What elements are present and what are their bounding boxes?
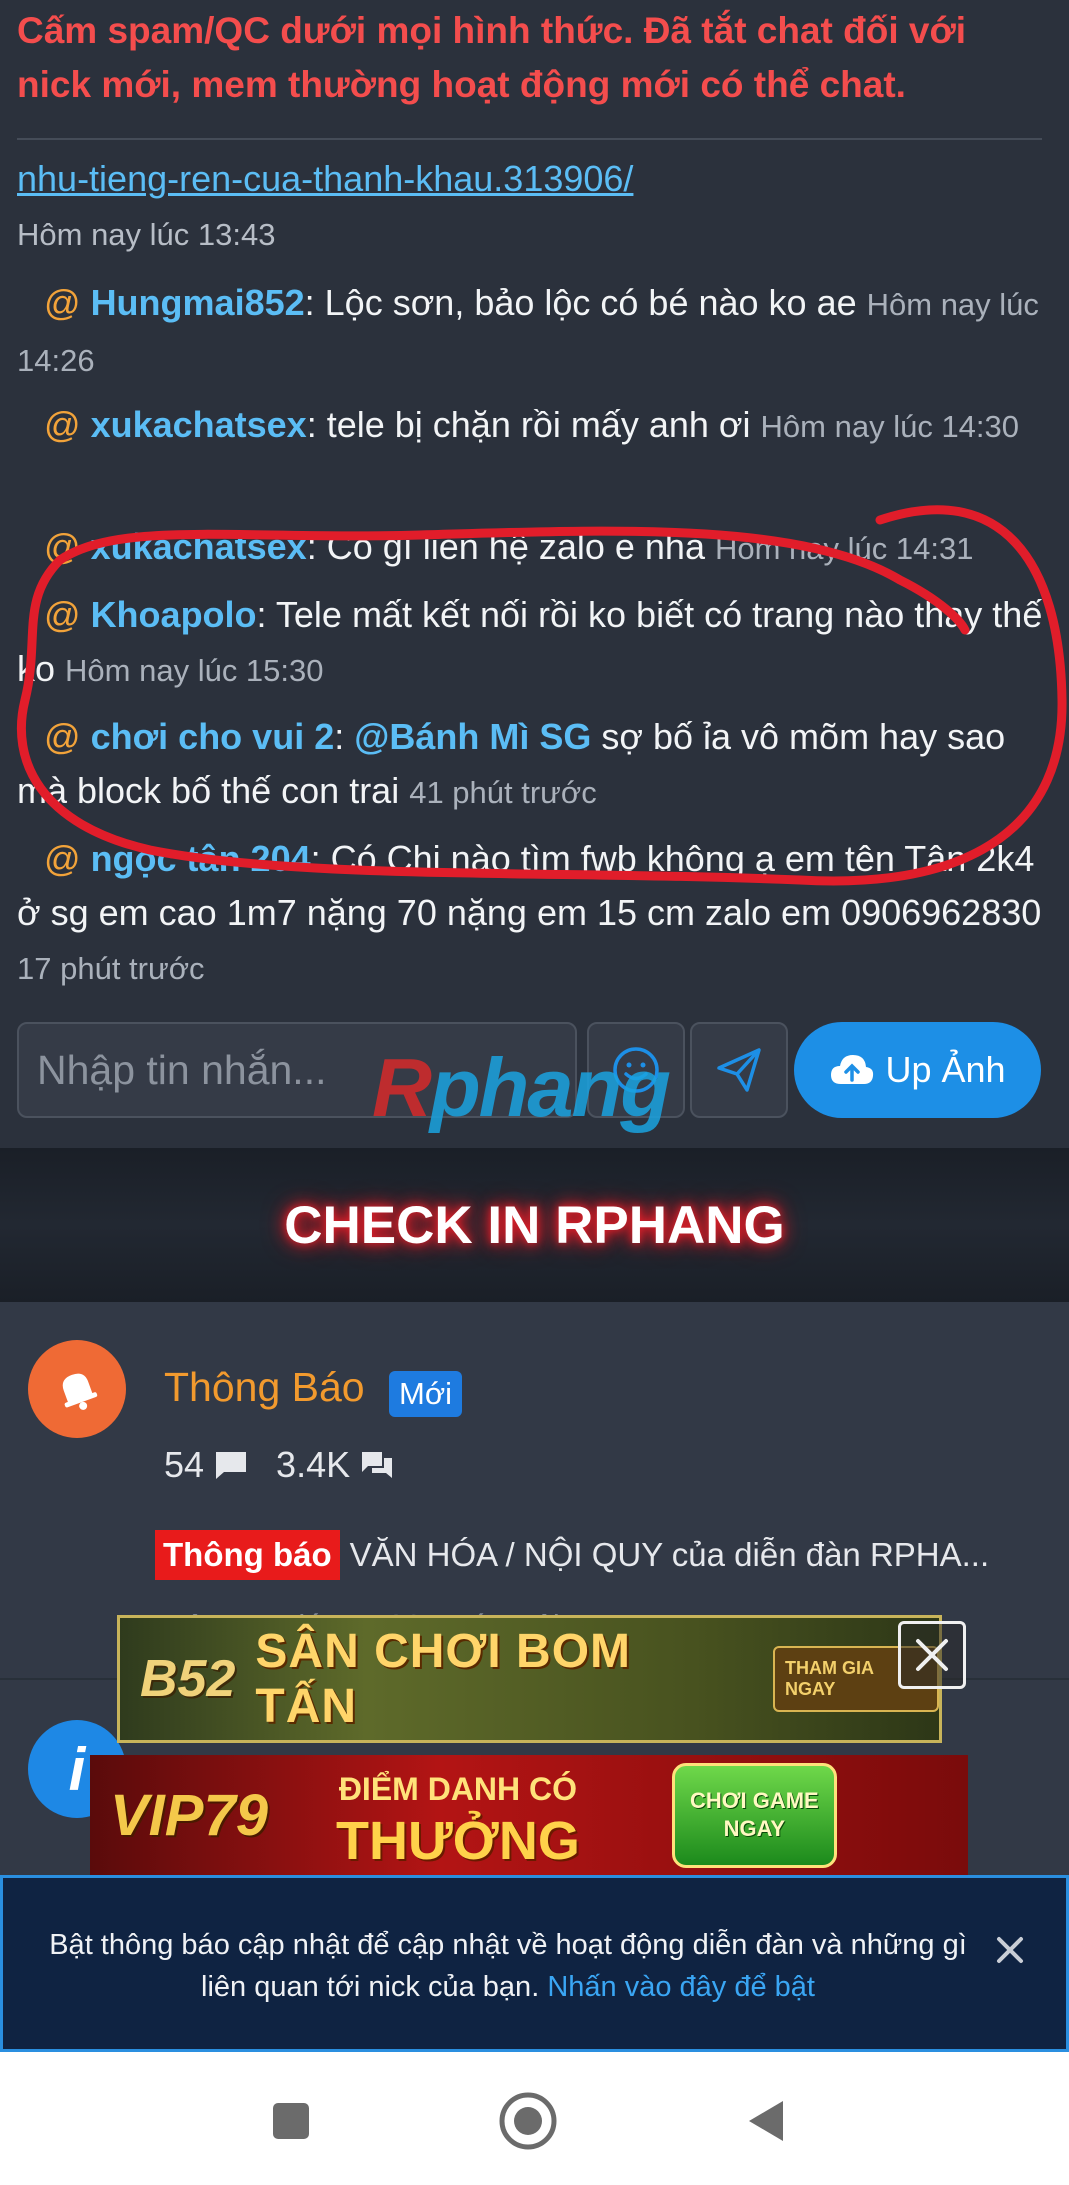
comments-icon [362, 1452, 393, 1478]
threads-count: 54 [164, 1444, 205, 1485]
chat-username[interactable]: xukachatsex [91, 526, 307, 567]
close-icon [997, 1937, 1023, 1963]
ad-logo: B52 [140, 1650, 236, 1708]
enable-notifications-link[interactable]: Nhấn vào đây để bật [547, 1971, 815, 2003]
send-button[interactable] [690, 1022, 788, 1118]
chat-username[interactable]: Khoapolo [91, 594, 257, 635]
ad-logo: VIP79 [110, 1782, 268, 1848]
chat-timestamp: Hôm nay lúc 15:30 [65, 653, 324, 688]
close-icon [916, 1639, 948, 1671]
upload-image-button[interactable]: Up Ảnh [794, 1022, 1041, 1118]
back-triangle-icon [749, 2101, 783, 2141]
chat-username[interactable]: Hungmai852 [91, 282, 305, 323]
ad-headline: ĐIỂM DANH CÓ THƯỞNG [336, 1771, 580, 1871]
new-badge: Mới [389, 1371, 463, 1417]
chat-text: : Lộc sơn, bảo lộc có bé nào ko ae [304, 282, 867, 323]
latest-thread-link[interactable]: Thông báo VĂN HÓA / NỘI QUY của diễn đàn… [155, 1530, 989, 1580]
chat-message: @ xukachatsex: Có gì liên hệ zalo e nha … [17, 520, 1052, 576]
home-circle-icon [499, 2092, 557, 2150]
forum-title-link[interactable]: Thông Báo [164, 1364, 365, 1411]
chat-message: @ chơi cho vui 2: @Bánh Mì SG sợ bố ỉa v… [17, 710, 1052, 820]
thread-prefix-tag: Thông báo [155, 1530, 340, 1580]
checkin-banner[interactable]: CHECK IN RPHANG [0, 1148, 1069, 1302]
recent-apps-button[interactable] [256, 2086, 326, 2156]
chat-message: @ xukachatsex: tele bị chặn rồi mấy anh … [17, 398, 1052, 454]
mention-at-icon[interactable]: @ [44, 282, 81, 323]
chat-text: : tele bị chặn rồi mấy anh ơi [306, 404, 761, 445]
chat-rules-notice: Cấm spam/QC dưới mọi hình thức. Đã tắt c… [17, 10, 967, 105]
chat-message: @ Khoapolo: Tele mất kết nối rồi ko biết… [17, 588, 1052, 698]
chat-text: : Có gì liên hệ zalo e nha [306, 526, 715, 567]
ad-banner-vip79[interactable]: VIP79 ĐIỂM DANH CÓ THƯỞNG CHƠI GAME NGAY [90, 1755, 968, 1875]
chat-message: @ Hungmai852: Lộc sơn, bảo lộc có bé nào… [17, 276, 1052, 388]
chat-username[interactable]: chơi cho vui 2 [91, 716, 335, 757]
rphang-watermark-logo: Rphang [372, 1041, 671, 1134]
thread-link[interactable]: nhu-tieng-ren-cua-thanh-khau.313906/ [17, 158, 633, 200]
notification-text: Bật thông báo cập nhật để cập nhật về ho… [49, 1929, 967, 2003]
chat-username[interactable]: xukachatsex [91, 404, 307, 445]
chat-timestamp: Hôm nay lúc 14:30 [760, 409, 1020, 444]
bell-icon [62, 1373, 98, 1410]
chat-timestamp: 17 phút trước [17, 951, 205, 986]
ad-cta: CHƠI GAME NGAY [671, 1762, 837, 1868]
chat-username[interactable]: ngọc tân 204 [91, 838, 311, 879]
send-icon [717, 1048, 761, 1092]
mention-at-icon[interactable]: @ [44, 594, 81, 635]
ad-banner-b52[interactable]: B52 SÂN CHƠI BOM TẤN THAM GIA NGAY [117, 1615, 942, 1743]
comment-icon [216, 1452, 247, 1479]
mention-at-icon[interactable]: @ [44, 838, 81, 879]
checkin-label: CHECK IN RPHANG [284, 1195, 785, 1255]
back-button[interactable] [730, 2086, 800, 2156]
chat-text-prefix: : [334, 716, 355, 757]
chat-box: Cấm spam/QC dưới mọi hình thức. Đã tắt c… [0, 0, 1069, 1148]
notification-close-button[interactable] [988, 1928, 1032, 1972]
chat-timestamp: 41 phút trước [409, 775, 597, 810]
divider [17, 138, 1042, 140]
mention-at-icon[interactable]: @ [44, 404, 81, 445]
messages-count: 3.4K [276, 1444, 351, 1485]
forum-icon[interactable] [28, 1340, 126, 1438]
upload-label: Up Ảnh [885, 1049, 1006, 1090]
ad-slogan: SÂN CHƠI BOM TẤN [255, 1625, 632, 1733]
thread-link-time: Hôm nay lúc 13:43 [17, 217, 276, 252]
chat-mention[interactable]: @Bánh Mì SG [354, 716, 591, 757]
home-button[interactable] [493, 2086, 563, 2156]
square-icon [273, 2103, 309, 2139]
cloud-upload-icon [831, 1055, 874, 1084]
mention-at-icon[interactable]: @ [44, 716, 81, 757]
mention-at-icon[interactable]: @ [44, 526, 81, 567]
chat-message: @ ngọc tân 204: Có Chị nào tìm fwb không… [17, 832, 1052, 996]
latest-thread-title: VĂN HÓA / NỘI QUY của diễn đàn RPHA... [349, 1536, 990, 1573]
chat-timestamp: Hôm nay lúc 14:31 [714, 531, 974, 566]
forum-stats: 54 3.4K [164, 1444, 394, 1486]
push-notification-prompt: Bật thông báo cập nhật để cập nhật về ho… [0, 1875, 1069, 2052]
ad-close-button[interactable] [898, 1621, 966, 1689]
system-navigation-bar [0, 2052, 1069, 2185]
